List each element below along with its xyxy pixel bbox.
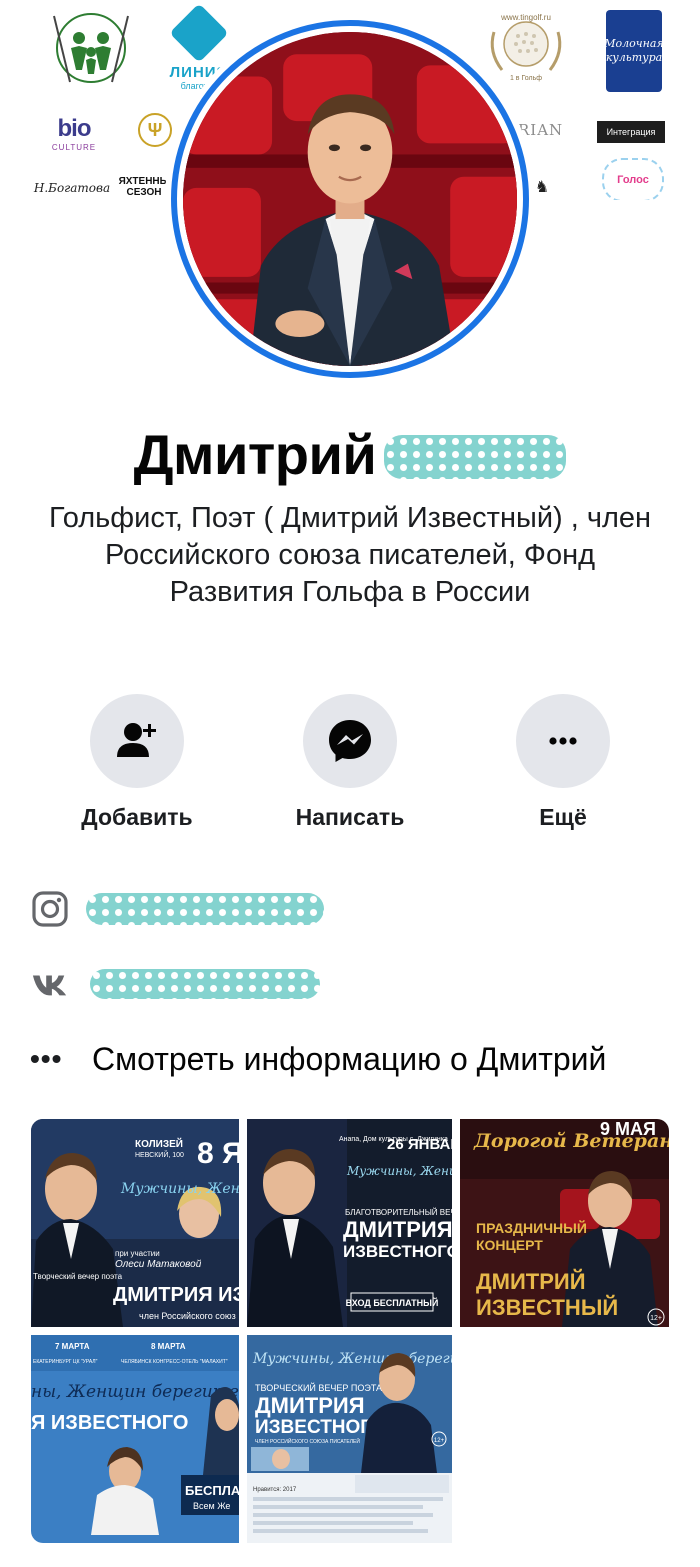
add-friend-button[interactable]: Добавить bbox=[57, 694, 217, 831]
vk-icon bbox=[30, 964, 70, 1004]
avatar-photo bbox=[183, 32, 517, 366]
add-friend-label: Добавить bbox=[81, 804, 193, 830]
photo-tile-3[interactable]: Дорогой Ветеран... 9 МАЯ ПРАЗДНИЧНЫЙ КОН… bbox=[460, 1119, 669, 1327]
photo-tile-2[interactable]: Анапа, Дом культуры с. Джигинка 26 ЯНВАР… bbox=[247, 1119, 452, 1327]
svg-text:Мужчины, Женщин берегите...: Мужчины, Женщин берегите... bbox=[252, 1351, 452, 1367]
redacted-surname bbox=[384, 434, 567, 479]
svg-text:БЕСПЛАТН: БЕСПЛАТН bbox=[185, 1483, 239, 1498]
redacted-instagram-handle bbox=[86, 893, 324, 925]
svg-text:ДМИТРИЙ: ДМИТРИЙ bbox=[476, 1269, 586, 1294]
see-info-link[interactable]: Смотреть информацию о Дмитрий bbox=[92, 1041, 606, 1078]
svg-text:1 в Гольф: 1 в Гольф bbox=[510, 75, 542, 82]
integration-logo: Интеграция bbox=[597, 121, 665, 143]
bio-culture-logo: bio CULTURE bbox=[51, 114, 97, 152]
svg-text:Мужчины, Женщин берегите...: Мужчины, Женщин берегите... bbox=[346, 1164, 452, 1178]
svg-text:Нравится: 2017: Нравится: 2017 bbox=[253, 1487, 297, 1493]
photo-tile-5[interactable]: Мужчины, Женщин берегите... ТВОРЧЕСКИЙ В… bbox=[247, 1335, 452, 1543]
svg-text:Я ИЗВЕСТНОГО: Я ИЗВЕСТНОГО bbox=[31, 1412, 188, 1434]
svg-text:ВХОД БЕСПЛАТНЫЙ: ВХОД БЕСПЛАТНЫЙ bbox=[346, 1297, 439, 1308]
svg-text:Всем Же: Всем Же bbox=[193, 1501, 230, 1511]
instagram-row[interactable] bbox=[30, 884, 324, 934]
svg-text:ДМИТРИЯ ИЗВЕС: ДМИТРИЯ ИЗВЕС bbox=[113, 1284, 239, 1306]
message-label: Написать bbox=[295, 804, 405, 830]
svg-text:8 МАРТА: 8 МАРТА bbox=[151, 1342, 186, 1351]
see-info-row[interactable]: ••• Смотреть информацию о Дмитрий bbox=[30, 1034, 690, 1084]
svg-text:Олеси Матаковой: Олеси Матаковой bbox=[115, 1259, 202, 1270]
more-label: Ещё bbox=[539, 804, 587, 830]
story-ring bbox=[171, 20, 529, 378]
instagram-icon bbox=[30, 889, 70, 929]
svg-text:7 МАРТА: 7 МАРТА bbox=[55, 1342, 90, 1351]
svg-text:ТВОРЧЕСКИЙ ВЕЧЕР ПОЭТА: ТВОРЧЕСКИЙ ВЕЧЕР ПОЭТА bbox=[255, 1382, 382, 1393]
svg-text:ЧЛЕН РОССИЙСКОГО СОЮЗА ПИСАТЕЛ: ЧЛЕН РОССИЙСКОГО СОЮЗА ПИСАТЕЛЕЙ bbox=[255, 1437, 360, 1445]
svg-text:12+: 12+ bbox=[434, 1438, 445, 1444]
more-dots-icon: ••• bbox=[30, 1043, 63, 1074]
svg-text:ЕКАТЕРИНБУРГ ЦК "УРАЛ": ЕКАТЕРИНБУРГ ЦК "УРАЛ" bbox=[33, 1359, 98, 1365]
add-friend-icon bbox=[117, 723, 156, 757]
chess-knight-logo: ♞ bbox=[534, 179, 550, 196]
profile-actions: Добавить Написать Ещё bbox=[0, 694, 700, 844]
svg-text:ИЗВЕСТНЫЙ: ИЗВЕСТНЫЙ bbox=[476, 1295, 618, 1320]
svg-text:Творческий вечер поэта: Творческий вечер поэта bbox=[33, 1272, 123, 1281]
svg-text:БЛАГОТВОРИТЕЛЬНЫЙ ВЕЧЕР: БЛАГОТВОРИТЕЛЬНЫЙ ВЕЧЕР bbox=[345, 1208, 452, 1217]
svg-text:9 МАЯ: 9 МАЯ bbox=[600, 1119, 656, 1139]
svg-text:ДМИТРИЯ: ДМИТРИЯ bbox=[343, 1217, 452, 1242]
vk-row[interactable] bbox=[30, 959, 320, 1009]
more-button[interactable]: Ещё bbox=[483, 694, 643, 831]
message-button[interactable]: Написать bbox=[270, 694, 430, 831]
svg-text:член Российского союз: член Российского союз bbox=[139, 1311, 236, 1321]
messenger-icon bbox=[329, 720, 371, 762]
milk-culture-logo: Молочная культура bbox=[604, 10, 664, 92]
tingolf-logo: www.tingolf.ru 1 в Гольф bbox=[480, 8, 572, 88]
svg-text:ны, Женщин берегите...: ны, Женщин берегите... bbox=[31, 1382, 239, 1402]
svg-text:НЕВСКИЙ, 100: НЕВСКИЙ, 100 bbox=[135, 1150, 184, 1159]
golos-logo: Голос bbox=[602, 158, 664, 200]
trident-emblem-logo: Ψ bbox=[138, 113, 172, 147]
svg-text:КОНЦЕРТ: КОНЦЕРТ bbox=[476, 1237, 543, 1253]
profile-bio: Гольфист, Поэт ( Дмитрий Известный) , чл… bbox=[48, 502, 652, 608]
svg-text:12+: 12+ bbox=[650, 1315, 662, 1322]
photo-tile-1[interactable]: КОЛИЗЕЙ НЕВСКИЙ, 100 8 ЯН Мужчины, Женщи… bbox=[31, 1119, 239, 1327]
photo-tile-4[interactable]: 7 МАРТА 8 МАРТА ЕКАТЕРИНБУРГ ЦК "УРАЛ" Ч… bbox=[31, 1335, 239, 1543]
svg-text:8 ЯН: 8 ЯН bbox=[197, 1137, 239, 1170]
svg-text:www.tingolf.ru: www.tingolf.ru bbox=[500, 13, 551, 22]
svg-text:при участии: при участии bbox=[115, 1249, 160, 1258]
svg-text:ЧЕЛЯБИНСК КОНГРЕСС-ОТЕЛЬ "МАЛ: ЧЕЛЯБИНСК КОНГРЕСС-ОТЕЛЬ "МАЛАХИТ" bbox=[121, 1359, 228, 1365]
profile-name: Дмитрий bbox=[133, 423, 377, 486]
svg-text:КОЛИЗЕЙ: КОЛИЗЕЙ bbox=[135, 1137, 183, 1150]
profile-avatar[interactable] bbox=[165, 14, 535, 384]
svg-text:ПРАЗДНИЧНЫЙ: ПРАЗДНИЧНЫЙ bbox=[476, 1219, 587, 1236]
golf-fund-logo bbox=[44, 8, 138, 88]
bogatova-logo: Н.Богатова bbox=[33, 181, 111, 195]
yacht-season-logo: ЯХТЕННЫ СЕЗОН bbox=[118, 175, 170, 199]
svg-text:Мужчины, Женщин берегите: Мужчины, Женщин берегите bbox=[120, 1181, 239, 1197]
redacted-vk-contact bbox=[90, 969, 320, 999]
more-icon bbox=[549, 737, 577, 745]
svg-text:ИЗВЕСТНОГО: ИЗВЕСТНОГО bbox=[343, 1242, 452, 1261]
svg-text:ДМИТРИЯ: ДМИТРИЯ bbox=[255, 1393, 365, 1418]
profile-name-row: Дмитрий bbox=[0, 422, 700, 487]
svg-text:26 ЯНВАРЯ 18:00: 26 ЯНВАРЯ 18:00 bbox=[387, 1136, 452, 1153]
